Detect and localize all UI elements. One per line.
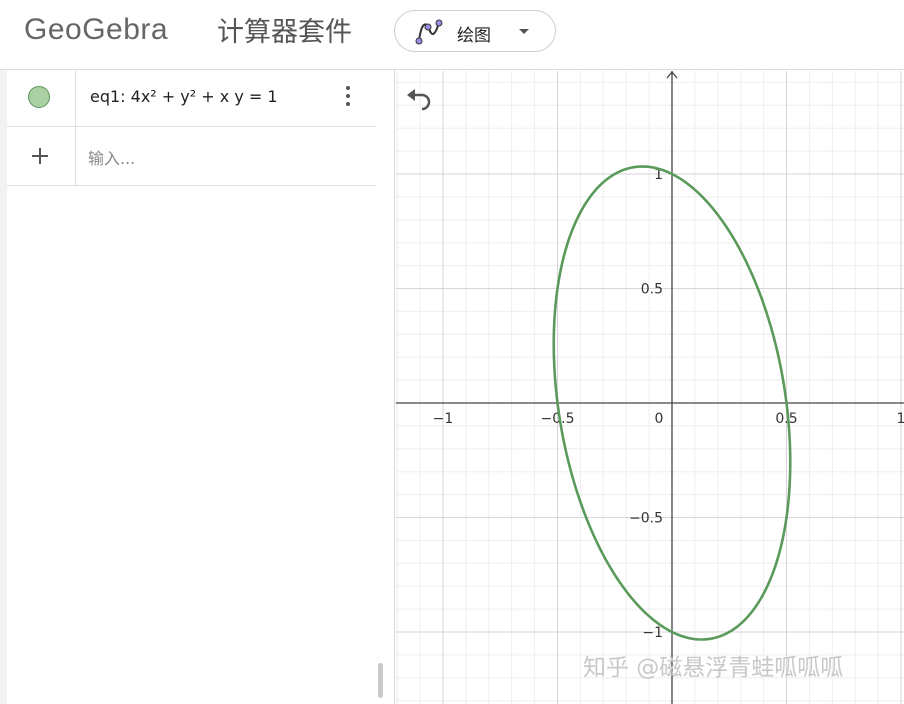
app-header: GeoGebra 计算器套件 绘图 xyxy=(0,0,904,70)
graphing-icon xyxy=(415,19,443,45)
visibility-toggle-marble[interactable] xyxy=(28,86,50,108)
algebra-left-edge xyxy=(0,70,7,704)
y-tick-label: −1 xyxy=(642,625,663,641)
watermark-text: 知乎 @磁悬浮青蛙呱呱呱 xyxy=(583,655,844,681)
algebra-input-field[interactable]: 输入... xyxy=(88,145,135,169)
plus-icon[interactable] xyxy=(29,145,51,167)
graphics-view[interactable]: −1 −0.5 0 0.5 1 1 0.5 −0.5 −1 知乎 @磁悬浮青蛙呱呱呱 xyxy=(396,71,904,704)
y-tick-label: −0.5 xyxy=(629,511,663,527)
app-switcher-label: 绘图 xyxy=(457,26,491,46)
algebra-input-row[interactable]: 输入... xyxy=(7,127,376,186)
undo-icon[interactable] xyxy=(404,85,434,111)
x-tick-label: −0.5 xyxy=(541,411,575,427)
algebra-resize-handle[interactable] xyxy=(378,663,383,698)
algebra-view: eq1: 4x² + y² + x y = 1 输入... xyxy=(0,70,395,704)
x-tick-label: 0 xyxy=(655,411,664,427)
graph-canvas[interactable]: −1 −0.5 0 0.5 1 10.5−0.5−1 xyxy=(396,71,904,704)
marble-column xyxy=(7,70,76,126)
x-tick-label: −1 xyxy=(433,411,454,427)
kebab-menu-icon[interactable] xyxy=(343,86,353,110)
equation-text[interactable]: eq1: 4x² + y² + x y = 1 xyxy=(90,87,278,106)
app-switcher-button[interactable]: 绘图 xyxy=(394,10,556,52)
chevron-down-icon xyxy=(519,29,529,34)
x-tick-label: 1 xyxy=(897,411,904,427)
app-title: 计算器套件 xyxy=(217,17,352,48)
geogebra-logo: GeoGebra xyxy=(24,10,168,50)
algebra-row-eq1[interactable]: eq1: 4x² + y² + x y = 1 xyxy=(7,70,376,127)
y-tick-label: 0.5 xyxy=(641,282,663,298)
logo-text: GeoGebra xyxy=(24,13,169,46)
marble-column xyxy=(7,127,76,185)
